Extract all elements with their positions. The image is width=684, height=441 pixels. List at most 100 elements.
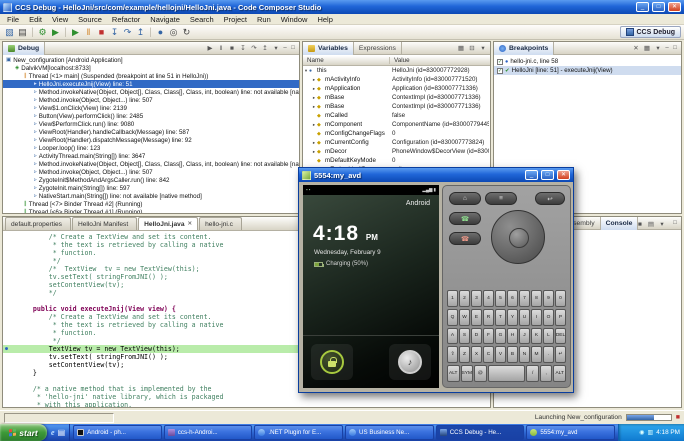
step-return-icon[interactable]: ↥ [134, 26, 147, 39]
keyboard-key[interactable]: ↵ [555, 346, 566, 364]
debug-tree-row[interactable]: ▹ Button(View).performClick() line: 2485 [3, 112, 299, 120]
variable-row[interactable]: ▸ ◆ mBase ContextImpl (id=830007771336) [303, 93, 490, 102]
menu-item[interactable]: Help [312, 15, 337, 24]
debug-tree-row[interactable]: ▹ View$1.onClick(View) line: 2139 [3, 104, 299, 112]
keyboard-key[interactable]: DEL [555, 327, 566, 345]
keyboard-key[interactable]: 5 [495, 290, 506, 307]
suspend-icon[interactable]: ‖ [82, 26, 95, 39]
end-call-button[interactable]: ☎ [449, 232, 481, 245]
debug-tree-row[interactable]: ◈ DalvikVM[localhost:8733] [3, 64, 299, 72]
keyboard-key[interactable]: SYM [460, 365, 474, 382]
keyboard-key[interactable]: G [495, 327, 506, 345]
debug-tree-row[interactable]: ∥ Thread [<6> Binder Thread #1] (Running… [3, 208, 299, 214]
tab-expressions[interactable]: Expressions [354, 41, 402, 55]
maximize-view-icon[interactable]: □ [671, 220, 679, 226]
breakpoint-icon[interactable]: ● [154, 26, 167, 39]
minimize-view-icon[interactable]: – [663, 45, 671, 51]
breakpoint-checkbox[interactable]: ✓ [497, 58, 503, 65]
tab-variables[interactable]: Variables [303, 41, 354, 55]
view-menu-icon[interactable]: ▾ [478, 44, 488, 52]
volume-tray-icon[interactable]: ◉ [639, 429, 644, 436]
breakpoint-row[interactable]: ✓ ● hello-jni.c, line 58 [494, 57, 681, 66]
menu-item[interactable]: File [2, 15, 24, 24]
step-over-icon[interactable]: ↷ [121, 26, 134, 39]
variable-row[interactable]: ◆ mCalled false [303, 111, 490, 120]
sep[interactable]: | [29, 26, 36, 39]
keyboard-key[interactable]: H [507, 327, 518, 345]
keyboard-key[interactable]: 6 [507, 290, 518, 307]
maximize-view-icon[interactable]: □ [671, 45, 679, 51]
debug-tree-row[interactable]: ∥ Thread [<1> main] (Suspended (breakpoi… [3, 72, 299, 80]
keyboard-key[interactable]: L [543, 327, 554, 345]
column-value[interactable]: Value [390, 57, 490, 64]
debug-tree-row[interactable]: ▹ Method.invokeNative(Object, Object[], … [3, 160, 299, 168]
keyboard-key[interactable]: Z [459, 346, 470, 364]
keyboard-key[interactable]: J [519, 327, 530, 345]
view-menu-icon[interactable]: ▾ [657, 220, 667, 228]
menu-item[interactable]: Run [252, 15, 276, 24]
variable-row[interactable]: ▸ ◆ mComponent ComponentName (id=8300077… [303, 120, 490, 129]
variable-row[interactable]: ▸ ◆ mBase ContextImpl (id=830007771336) [303, 102, 490, 111]
perspective-switcher[interactable]: CCS Debug [619, 26, 681, 38]
menu-item[interactable]: Search [185, 15, 219, 24]
menu-item[interactable]: Navigate [145, 15, 185, 24]
keyboard-key[interactable]: @ [474, 365, 487, 382]
keyboard-key[interactable]: I [531, 308, 542, 326]
step-into-icon[interactable]: ↧ [238, 44, 248, 52]
view-menu-icon[interactable]: ▾ [271, 44, 281, 52]
keyboard-key[interactable]: E [471, 308, 482, 326]
keyboard-key[interactable]: 3 [471, 290, 482, 307]
sep[interactable]: | [62, 26, 69, 39]
clear-console-icon[interactable]: ▤ [646, 220, 656, 228]
debug-tree-row[interactable]: ▹ Method.invokeNative(Object, Object[], … [3, 88, 299, 96]
keyboard-key[interactable]: 0 [555, 290, 566, 307]
debug-tree-row[interactable]: ▹ ActivityThread.main(String[]) line: 36… [3, 152, 299, 160]
close-tab-icon[interactable]: ✕ [188, 221, 193, 227]
run-icon[interactable]: ▶ [49, 26, 62, 39]
keyboard-key[interactable]: O [543, 308, 554, 326]
variable-row[interactable]: ▸ ◆ mDecor PhoneWindow$DecorView (id=830… [303, 147, 490, 156]
taskbar-button[interactable]: CCS Debug - He... [435, 425, 525, 440]
editor-tab[interactable]: default.properties [5, 217, 71, 230]
lock-button[interactable] [320, 350, 344, 374]
menu-item[interactable]: Window [276, 15, 313, 24]
back-button[interactable]: ↩ [535, 192, 565, 205]
maximize-view-icon[interactable]: □ [289, 45, 297, 51]
save-icon[interactable]: ▤ [16, 26, 29, 39]
dpad[interactable] [491, 210, 545, 264]
debug-tree-row[interactable]: ▹ Method.invoke(Object, Object...) line:… [3, 168, 299, 176]
keyboard-key[interactable]: K [531, 327, 542, 345]
debug-tree-row[interactable]: ▣ New_configuration [Android Application… [3, 56, 299, 64]
console-tab[interactable]: Console [600, 216, 639, 230]
show-desktop-icon[interactable]: ▤ [58, 428, 66, 437]
tab-debug[interactable]: Debug [3, 41, 46, 55]
keyboard-key[interactable]: 2 [459, 290, 470, 307]
keyboard-key[interactable] [487, 365, 526, 382]
keyboard-key[interactable]: N [519, 346, 530, 364]
variable-row[interactable]: ▾ ● this HelloJni (id=830007772928) [303, 66, 490, 75]
close-button[interactable]: ✕ [557, 170, 570, 180]
keyboard-key[interactable]: T [495, 308, 506, 326]
step-return-icon[interactable]: ↥ [260, 44, 270, 52]
step-over-icon[interactable]: ↷ [249, 44, 259, 52]
resume-icon[interactable]: ▶ [205, 44, 215, 52]
keyboard-key[interactable]: S [459, 327, 470, 345]
dpad-center-button[interactable] [509, 228, 529, 248]
menu-item[interactable]: Project [219, 15, 252, 24]
resume-icon[interactable]: ▶ [69, 26, 82, 39]
sep[interactable]: | [147, 26, 154, 39]
keyboard-key[interactable]: W [459, 308, 470, 326]
keyboard-key[interactable]: ALT [553, 365, 566, 382]
keyboard-key[interactable]: Y [507, 308, 518, 326]
internet-explorer-icon[interactable]: e [51, 428, 55, 437]
variable-row[interactable]: ◆ mConfigChangeFlags 0 [303, 129, 490, 138]
collapse-all-icon[interactable]: ⊟ [467, 44, 477, 52]
terminate-icon[interactable]: ■ [227, 45, 237, 52]
menu-item[interactable]: View [47, 15, 73, 24]
keyboard-key[interactable]: R [483, 308, 494, 326]
debug-tree-row[interactable]: ▸ HelloJni.executeJnij(View) line: 51 [3, 80, 299, 88]
start-button[interactable]: start [0, 424, 47, 441]
keyboard-key[interactable]: ⇧ [447, 346, 458, 364]
debug-tree-row[interactable]: ▹ NativeStart.main(String[]) line: not a… [3, 192, 299, 200]
maximize-button[interactable]: □ [652, 2, 665, 12]
